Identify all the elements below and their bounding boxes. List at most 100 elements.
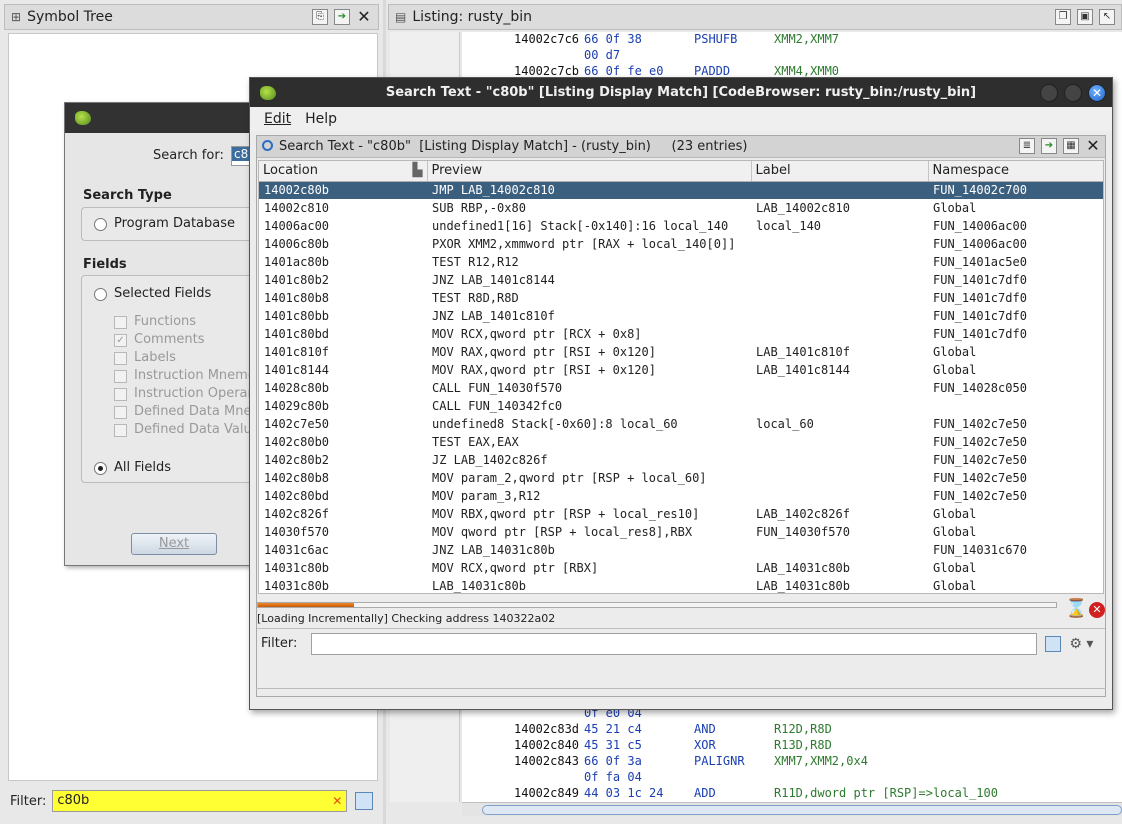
ghidra-dragon-icon bbox=[75, 111, 91, 125]
filter-options-icon[interactable] bbox=[1045, 635, 1062, 652]
table-row[interactable]: 14029c80b CALL FUN_140342fc0 bbox=[259, 397, 1103, 415]
defined-data-values-checkbox[interactable] bbox=[114, 424, 127, 437]
location-cell: 14029c80b bbox=[264, 399, 330, 413]
table-row[interactable]: 14002c80b JMP LAB_14002c810 FUN_14002c700 bbox=[259, 181, 1103, 199]
menu-help[interactable]: Help bbox=[305, 111, 337, 127]
label-cell: LAB_1402c826f bbox=[756, 507, 850, 521]
location-cell: 1402c80bd bbox=[264, 489, 330, 503]
namespace-cell: FUN_1401ac5e0 bbox=[933, 255, 1027, 269]
table-row[interactable]: 1402c80b0 TEST EAX,EAX FUN_1402c7e50 bbox=[259, 433, 1103, 451]
table-row[interactable]: 14006c80b PXOR XMM2,xmmword ptr [RAX + lo… bbox=[259, 235, 1103, 253]
table-row[interactable]: 14030f570 MOV qword ptr [RSP + local_res8… bbox=[259, 523, 1103, 541]
cursor-icon[interactable]: ↖ bbox=[1099, 9, 1115, 25]
table-row[interactable]: 14031c80b MOV RCX,qword ptr [RBX] LAB_1403… bbox=[259, 559, 1103, 577]
listing-operands: R11D,dword ptr [RSP]=>local_100 bbox=[774, 786, 998, 800]
column-preview[interactable]: Preview bbox=[427, 161, 752, 182]
maximize-icon[interactable] bbox=[1064, 84, 1082, 102]
preview-cell: MOV RCX,qword ptr [RBX] bbox=[432, 561, 599, 575]
namespace-cell: FUN_14002c700 bbox=[928, 181, 1103, 199]
namespace-cell: FUN_1401c7df0 bbox=[933, 327, 1027, 341]
functions-checkbox[interactable] bbox=[114, 316, 127, 329]
instruction-operands-label: Instruction Operan bbox=[134, 386, 256, 401]
close-icon[interactable]: ✕ bbox=[356, 9, 372, 25]
clear-filter-icon[interactable]: ✕ bbox=[332, 794, 342, 808]
location-cell: 1401ac80b bbox=[264, 255, 330, 269]
next-button[interactable]: Next bbox=[131, 533, 217, 555]
copy-icon[interactable]: ❐ bbox=[1055, 9, 1071, 25]
location-cell: 14002c80b bbox=[259, 181, 427, 199]
table-row[interactable]: 1402c80b8 MOV param_2,qword ptr [RSP + lo… bbox=[259, 469, 1103, 487]
column-namespace[interactable]: Namespace bbox=[928, 161, 1103, 182]
preview-cell: CALL FUN_140342fc0 bbox=[432, 399, 563, 413]
table-row[interactable]: 14006ac00 undefined1[16] Stack[-0x140]:16… bbox=[259, 217, 1103, 235]
location-cell: 14002c810 bbox=[264, 201, 330, 215]
minimize-icon[interactable] bbox=[1040, 84, 1058, 102]
preview-cell: LAB_14031c80b bbox=[432, 579, 526, 593]
table-row[interactable]: 1401c80b8 TEST R8D,R8D FUN_1401c7df0 bbox=[259, 289, 1103, 307]
listing-horizontal-scrollbar[interactable] bbox=[462, 802, 1122, 816]
hourglass-icon: ⌛ bbox=[1065, 598, 1088, 619]
all-fields-radio[interactable] bbox=[94, 462, 107, 475]
listing-operands: R13D,R8D bbox=[774, 738, 832, 752]
export-icon[interactable]: ▦ bbox=[1063, 138, 1079, 154]
location-cell: 1402c80b2 bbox=[264, 453, 330, 467]
cancel-loading-icon[interactable]: ✕ bbox=[1089, 602, 1105, 618]
navigate-icon[interactable]: ➔ bbox=[334, 9, 350, 25]
table-row[interactable]: 14031c80b LAB_14031c80b LAB_14031c80b Globa… bbox=[259, 577, 1103, 593]
listing-address: 14002c843 bbox=[514, 754, 580, 768]
instruction-mnemonics-checkbox[interactable] bbox=[114, 370, 127, 383]
table-row[interactable]: 1402c80bd MOV param_3,R12 FUN_1402c7e50 bbox=[259, 487, 1103, 505]
comments-checkbox[interactable]: ✓ bbox=[114, 334, 127, 347]
namespace-cell: FUN_1401c7df0 bbox=[933, 309, 1027, 323]
column-filter-icon[interactable]: ⚙ ▾ bbox=[1069, 636, 1093, 652]
preview-cell: SUB RBP,-0x80 bbox=[432, 201, 526, 215]
label-cell: LAB_14031c80b bbox=[756, 561, 850, 575]
location-cell: 1401c80b2 bbox=[264, 273, 330, 287]
label-cell bbox=[751, 433, 928, 451]
column-location[interactable]: Location ▙ bbox=[259, 161, 428, 182]
listing-operands: R12D,R8D bbox=[774, 722, 832, 736]
table-row[interactable]: 1401c810f MOV RAX,qword ptr [RSI + 0x120]… bbox=[259, 343, 1103, 361]
table-options-icon[interactable]: ≣ bbox=[1019, 138, 1035, 154]
defined-data-mnemonics-checkbox[interactable] bbox=[114, 406, 127, 419]
table-row[interactable]: 1401c80bb JNZ LAB_1401c810f FUN_1401c7df0 bbox=[259, 307, 1103, 325]
table-row[interactable]: 1402c826f MOV RBX,qword ptr [RSP + local_… bbox=[259, 505, 1103, 523]
namespace-cell: FUN_1402c7e50 bbox=[933, 471, 1027, 485]
program-database-radio[interactable] bbox=[94, 218, 107, 231]
progress-fill bbox=[258, 603, 354, 607]
sort-icon[interactable]: ▙ bbox=[413, 163, 423, 178]
comments-label: Comments bbox=[134, 332, 205, 347]
filter-options-icon[interactable] bbox=[355, 792, 374, 810]
selected-fields-radio[interactable] bbox=[94, 288, 107, 301]
namespace-cell: Global bbox=[933, 345, 977, 359]
table-row[interactable]: 1401ac80b TEST R12,R12 FUN_1401ac5e0 bbox=[259, 253, 1103, 271]
results-status-bar bbox=[256, 688, 1106, 706]
table-row[interactable]: 1401c80b2 JNZ LAB_1401c8144 FUN_1401c7df0 bbox=[259, 271, 1103, 289]
symbol-filter-input[interactable]: c80b ✕ bbox=[52, 790, 348, 812]
table-row[interactable]: 14002c810 SUB RBP,-0x80 LAB_14002c810 Globa… bbox=[259, 199, 1103, 217]
labels-checkbox[interactable] bbox=[114, 352, 127, 365]
instruction-operands-checkbox[interactable] bbox=[114, 388, 127, 401]
close-provider-icon[interactable]: ✕ bbox=[1085, 138, 1101, 154]
table-row[interactable]: 1401c80bd MOV RCX,qword ptr [RCX + 0x8] FU… bbox=[259, 325, 1103, 343]
close-window-icon[interactable]: ✕ bbox=[1088, 84, 1106, 102]
listing-mnemonic: ADD bbox=[694, 786, 716, 800]
table-row[interactable]: 14031c6ac JNZ LAB_14031c80b FUN_14031c670 bbox=[259, 541, 1103, 559]
label-cell bbox=[751, 397, 928, 415]
namespace-cell: FUN_14006ac00 bbox=[933, 219, 1027, 233]
table-row[interactable]: 1402c7e50 undefined8 Stack[-0x60]:8 local… bbox=[259, 415, 1103, 433]
preview-cell: PXOR XMM2,xmmword ptr [RAX + local_140[0… bbox=[432, 237, 736, 251]
column-label[interactable]: Label bbox=[751, 161, 929, 182]
table-row[interactable]: 14028c80b CALL FUN_14030f570 FUN_14028c050 bbox=[259, 379, 1103, 397]
snapshot-icon[interactable]: ⎘ bbox=[312, 9, 328, 25]
navigate-icon[interactable]: ➔ bbox=[1041, 138, 1057, 154]
listing-bytes: 66 0f 38 bbox=[584, 32, 642, 46]
results-filter-input[interactable] bbox=[311, 632, 1038, 655]
table-row[interactable]: 1401c8144 MOV RAX,qword ptr [RSI + 0x120]… bbox=[259, 361, 1103, 379]
paste-icon[interactable]: ▣ bbox=[1077, 9, 1093, 25]
table-row[interactable]: 1402c80b2 JZ LAB_1402c826f FUN_1402c7e50 bbox=[259, 451, 1103, 469]
results-table[interactable]: Location ▙ Preview Label Namespace 14002c… bbox=[258, 160, 1104, 594]
loading-progress-bar bbox=[257, 602, 1057, 608]
scrollbar-thumb[interactable] bbox=[482, 805, 1122, 815]
menu-edit[interactable]: Edit bbox=[264, 111, 291, 127]
